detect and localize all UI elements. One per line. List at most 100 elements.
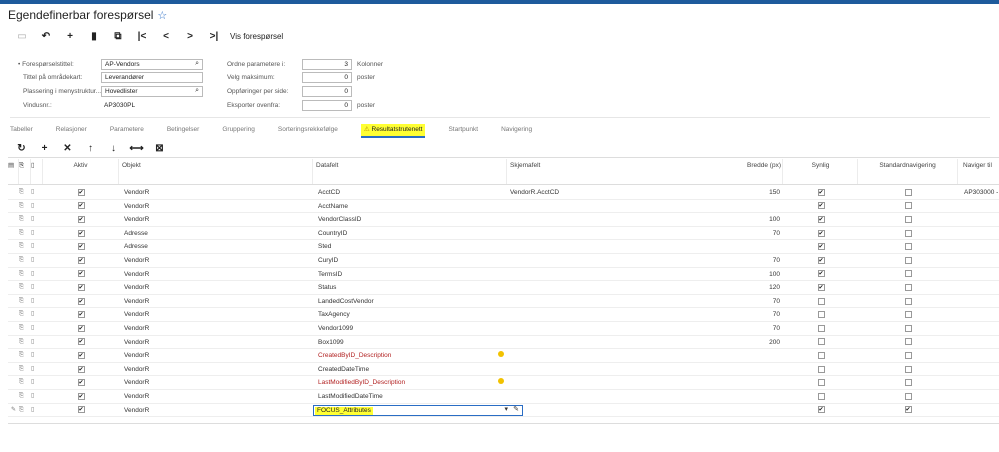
arrange-columns-input[interactable]: 3	[302, 59, 352, 70]
default-nav-checkbox[interactable]	[858, 213, 958, 226]
note-icon[interactable]: ▯	[31, 254, 43, 267]
note-icon[interactable]: ▯	[31, 200, 43, 213]
table-row[interactable]: ⎘▯ AdresseSted	[8, 240, 999, 254]
tab-grouping[interactable]: Gruppering	[222, 124, 255, 138]
note-icon[interactable]: ▯	[31, 336, 43, 349]
note-icon[interactable]: ▯	[31, 295, 43, 308]
note-icon[interactable]: ▯	[31, 227, 43, 240]
visible-checkbox[interactable]	[784, 295, 858, 308]
default-nav-checkbox[interactable]	[858, 268, 958, 281]
attachment-icon[interactable]: ⎘	[19, 322, 31, 335]
last-record-icon[interactable]: >|	[202, 31, 226, 42]
object-cell[interactable]: VendorR	[119, 281, 313, 294]
width-cell[interactable]: 100	[684, 213, 780, 226]
width-cell[interactable]	[684, 363, 780, 376]
select-top-input[interactable]: 0	[302, 72, 352, 83]
table-row[interactable]: ⎘▯ VendorRBox1099 200	[8, 336, 999, 350]
navigate-to-cell[interactable]	[964, 322, 999, 335]
data-field-cell[interactable]: CountryID	[313, 227, 493, 240]
move-down-icon[interactable]: ↓	[102, 143, 125, 154]
tab-entry-point[interactable]: Startpunkt	[448, 124, 478, 138]
object-cell[interactable]: VendorR	[119, 376, 313, 389]
navigate-to-cell[interactable]	[964, 281, 999, 294]
undo-icon[interactable]: ↶	[34, 31, 58, 42]
delete-row-icon[interactable]: ✕	[56, 143, 79, 154]
note-icon[interactable]: ▯	[31, 268, 43, 281]
data-field-cell[interactable]: LandedCostVendor	[313, 295, 493, 308]
row-selector[interactable]	[8, 200, 19, 213]
schema-field-cell[interactable]	[510, 268, 680, 281]
fit-columns-icon[interactable]: ⟷	[125, 143, 148, 154]
navigate-to-cell[interactable]	[964, 268, 999, 281]
default-nav-checkbox[interactable]	[858, 308, 958, 321]
table-row[interactable]: ⎘▯ VendorRStatus 120	[8, 281, 999, 295]
default-nav-checkbox[interactable]	[858, 322, 958, 335]
object-cell[interactable]: VendorR	[119, 363, 313, 376]
attachment-icon[interactable]: ⎘	[19, 349, 31, 362]
table-row[interactable]: ⎘▯ VendorRVendorClassID 100	[8, 213, 999, 227]
data-field-cell[interactable]: TaxAgency	[313, 308, 493, 321]
inquiry-title-input[interactable]: AP-Vendors ⌕	[101, 59, 203, 70]
data-field-cell[interactable]: CreatedByID_Description	[313, 349, 493, 362]
visible-checkbox[interactable]	[784, 268, 858, 280]
visible-checkbox[interactable]	[784, 254, 858, 267]
width-cell[interactable]: 120	[684, 281, 780, 294]
visible-checkbox[interactable]	[784, 308, 858, 321]
favorite-star-icon[interactable]: ☆	[157, 10, 167, 22]
row-selector[interactable]	[8, 336, 19, 349]
attachment-icon[interactable]: ⎘	[19, 281, 31, 294]
schema-field-cell[interactable]	[510, 363, 680, 376]
navigate-to-cell[interactable]	[964, 336, 999, 349]
note-icon[interactable]: ▯	[31, 363, 43, 376]
navigate-to-cell[interactable]	[964, 376, 999, 389]
schema-field-cell[interactable]	[510, 390, 680, 403]
export-top-input[interactable]: 0	[302, 100, 352, 111]
default-nav-checkbox[interactable]	[858, 404, 958, 416]
default-nav-checkbox[interactable]	[858, 281, 958, 294]
attachment-icon[interactable]: ⎘	[19, 295, 31, 308]
table-row[interactable]: ⎘▯ VendorRAcctCD VendorR.AcctCD 150 AP303000…	[8, 186, 999, 200]
schema-field-cell[interactable]	[510, 240, 680, 253]
visible-checkbox[interactable]	[784, 322, 858, 335]
active-checkbox[interactable]	[43, 268, 119, 280]
view-inquiry-button[interactable]: Vis forespørsel	[230, 32, 283, 41]
row-selector[interactable]	[8, 390, 19, 403]
default-nav-checkbox[interactable]	[858, 240, 958, 253]
attachment-icon[interactable]: ⎘	[19, 254, 31, 267]
schema-field-cell[interactable]	[510, 213, 680, 226]
table-row[interactable]: ⎘▯ AdresseCountryID 70	[8, 227, 999, 241]
navigate-to-cell[interactable]	[964, 308, 999, 321]
schema-field-cell[interactable]	[510, 349, 680, 362]
data-field-cell[interactable]: AcctName	[313, 200, 493, 213]
data-field-value[interactable]: FOCUS_Attributes	[315, 406, 373, 415]
object-cell[interactable]: VendorR	[119, 322, 313, 335]
default-nav-checkbox[interactable]	[858, 200, 958, 213]
schema-field-cell[interactable]	[510, 404, 680, 417]
width-cell[interactable]	[684, 200, 780, 213]
col-header-object[interactable]: Objekt	[119, 159, 313, 184]
default-nav-checkbox[interactable]	[858, 336, 958, 349]
visible-checkbox[interactable]	[784, 240, 858, 253]
active-checkbox[interactable]	[43, 200, 119, 212]
width-cell[interactable]: 70	[684, 308, 780, 321]
chevron-down-icon[interactable]: ▾	[504, 405, 508, 413]
width-cell[interactable]: 100	[684, 268, 780, 281]
visible-checkbox[interactable]	[784, 376, 858, 389]
save-icon[interactable]: ▭	[10, 31, 34, 42]
attachment-icon[interactable]: ⎘	[19, 308, 31, 321]
col-header-navigate-to[interactable]: Naviger til	[958, 159, 999, 184]
schema-field-cell[interactable]	[510, 295, 680, 308]
width-cell[interactable]: 150	[684, 186, 780, 199]
col-header-visible[interactable]: Synlig	[784, 159, 858, 184]
table-row[interactable]: ⎘▯ VendorRCuryID 70	[8, 254, 999, 268]
row-selector[interactable]	[8, 227, 19, 240]
refresh-icon[interactable]: ↻	[10, 143, 33, 154]
table-row[interactable]: ⎘▯ VendorRAcctName	[8, 200, 999, 214]
schema-field-cell[interactable]	[510, 308, 680, 321]
navigate-to-cell[interactable]	[964, 254, 999, 267]
navigate-to-cell[interactable]	[964, 363, 999, 376]
width-cell[interactable]: 200	[684, 336, 780, 349]
tab-tables[interactable]: Tabeller	[10, 124, 33, 138]
note-icon[interactable]: ▯	[31, 404, 43, 417]
default-nav-checkbox[interactable]	[858, 295, 958, 308]
